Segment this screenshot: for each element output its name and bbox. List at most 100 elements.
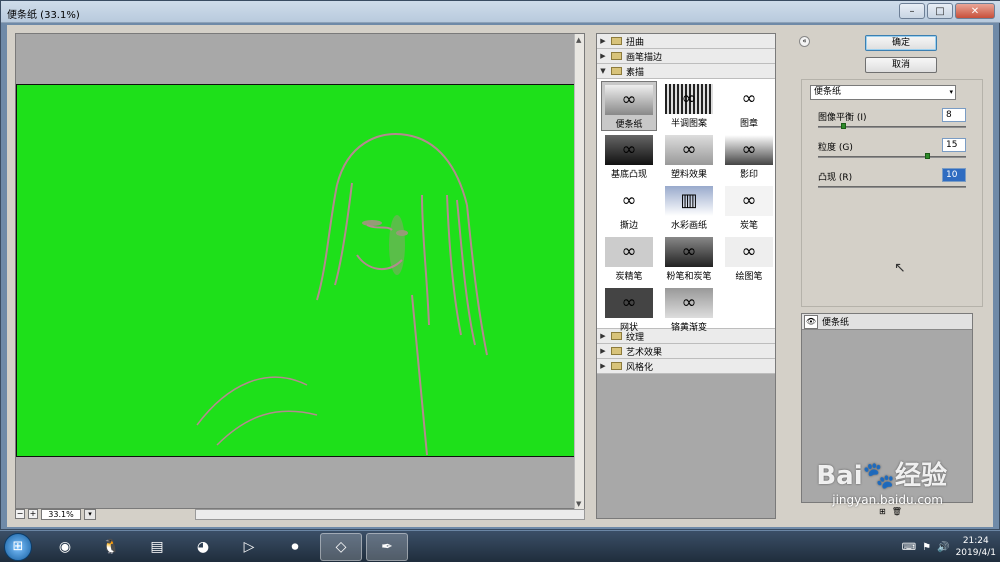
- filter-thumbnail[interactable]: ∞ 影印: [721, 132, 777, 182]
- filter-thumbnail-label: 塑料效果: [670, 170, 707, 180]
- filter-thumbnail-label: 水彩画纸: [670, 221, 707, 231]
- effect-layer[interactable]: 👁 便条纸: [802, 314, 972, 330]
- filter-thumbnail[interactable]: ∞ 炭笔: [721, 183, 777, 233]
- preview-vertical-scrollbar[interactable]: ▲ ▼: [574, 34, 584, 510]
- collapsed-arrow-icon[interactable]: ▶: [597, 362, 609, 370]
- filter-thumbnail[interactable]: ∞ 粉笔和炭笔: [661, 234, 717, 284]
- zoom-in-button[interactable]: +: [28, 509, 38, 519]
- cancel-button[interactable]: 取消: [865, 57, 937, 73]
- filter-thumbnail[interactable]: ∞ 绘图笔: [721, 234, 777, 284]
- preview-horizontal-scrollbar[interactable]: [195, 508, 585, 520]
- delete-effect-layer-icon[interactable]: 🗑: [892, 507, 902, 516]
- filter-thumbnail[interactable]: ∞ 铬黄渐变: [661, 285, 717, 335]
- filter-thumbnail[interactable]: ▥ 水彩画纸: [661, 183, 717, 233]
- filter-thumbnail[interactable]: ∞ 图章: [721, 81, 777, 131]
- title-bar[interactable]: 便条纸 (33.1%) – □ ✕: [1, 1, 1000, 23]
- filter-preview-icon: ∞: [605, 288, 653, 318]
- taskbar: ⊞ ◉ 🐧 ▤ ◕ ▷ ⏺ ◇ ✒ ⌨ ⚑ 🔊 21:24 2019/4/1: [0, 530, 1000, 562]
- graininess-slider[interactable]: [818, 156, 966, 158]
- media-player-taskbar-icon[interactable]: ▷: [228, 533, 270, 561]
- filter-select[interactable]: 便条纸 ▾: [810, 85, 956, 100]
- collapse-panel-icon[interactable]: «: [799, 36, 810, 47]
- filter-thumbnail-label: 铬黄渐变: [670, 323, 707, 333]
- window-title: 便条纸 (33.1%): [7, 10, 80, 21]
- filter-category[interactable]: ▶ 艺术效果: [597, 344, 775, 359]
- image-balance-input[interactable]: 8: [942, 108, 966, 122]
- effect-layer-label: 便条纸: [822, 318, 850, 328]
- graininess-label: 粒度 (G): [818, 143, 853, 153]
- filter-thumbnail-label: 半调图案: [670, 119, 707, 129]
- scroll-up-icon[interactable]: ▲: [576, 36, 581, 44]
- new-effect-layer-icon[interactable]: ⊞: [879, 507, 886, 516]
- settings-panel: « 确定 取消 便条纸 ▾ 图像平衡 (I) 8 粒度 (G) 15 凸现 (R…: [799, 33, 983, 519]
- filter-category-label: 画笔描边: [626, 52, 663, 63]
- watermark-url: jingyan.baidu.com: [832, 493, 943, 507]
- filter-category[interactable]: ▼ 素描: [597, 64, 775, 79]
- filter-thumbnail[interactable]: ∞ 撕边: [601, 183, 657, 233]
- relief-label: 凸现 (R): [818, 173, 853, 183]
- sketch-filter-thumbnails: ∞ 便条纸 ∞ 半调图案 ∞ 图章 ∞ 基底凸现 ∞ 塑料效果 ∞ 影印 ∞ 撕边 ▥ 水彩画纸 ∞ 炭笔 ∞ 炭精笔…: [597, 79, 777, 333]
- filter-category[interactable]: ▶ 画笔描边: [597, 49, 775, 64]
- zoom-value[interactable]: 33.1%: [41, 508, 81, 520]
- collapsed-arrow-icon[interactable]: ▶: [597, 52, 609, 60]
- mouse-cursor-icon: ↖: [894, 260, 906, 276]
- preview-pane[interactable]: ▲ ▼: [15, 33, 585, 510]
- filter-thumbnail[interactable]: ∞ 基底凸现: [601, 132, 657, 182]
- folder-icon: [611, 67, 622, 75]
- collapsed-arrow-icon[interactable]: ▶: [597, 37, 609, 45]
- flag-icon[interactable]: ⚑: [922, 542, 931, 553]
- folder-icon: [611, 347, 622, 355]
- collapsed-arrow-icon[interactable]: ▶: [597, 347, 609, 355]
- volume-icon[interactable]: 🔊: [937, 542, 949, 553]
- firefox-taskbar-icon[interactable]: ◕: [182, 533, 224, 561]
- filter-thumbnail[interactable]: ∞ 塑料效果: [661, 132, 717, 182]
- graininess-slider-handle[interactable]: [925, 153, 931, 159]
- filter-gallery-panel: ▶ 扭曲 ▶ 画笔描边 ▼ 素描 ∞ 便条纸 ∞ 半调图案 ∞ 图章 ∞ 基底凸现 ∞ 塑料效果 ∞ 影印 ∞ 撕边…: [596, 33, 776, 519]
- filter-preview-icon: ∞: [665, 237, 713, 267]
- recorder-taskbar-icon[interactable]: ⏺: [274, 533, 316, 561]
- filter-category-label: 风格化: [626, 362, 654, 373]
- minimize-button[interactable]: –: [899, 3, 925, 19]
- expanded-arrow-icon[interactable]: ▼: [597, 67, 609, 75]
- start-button[interactable]: ⊞: [4, 533, 32, 561]
- filter-category-label: 扭曲: [626, 37, 645, 48]
- filter-select-value: 便条纸: [814, 87, 842, 97]
- graininess-input[interactable]: 15: [942, 138, 966, 152]
- filter-thumbnail-label: 影印: [739, 170, 758, 180]
- clock[interactable]: 21:24 2019/4/1: [956, 535, 996, 559]
- image-balance-slider-handle[interactable]: [840, 123, 846, 129]
- filter-category[interactable]: ▶ 风格化: [597, 359, 775, 374]
- file-explorer-taskbar-icon[interactable]: ▤: [136, 533, 178, 561]
- relief-control: 凸现 (R) 10: [818, 168, 968, 206]
- filter-settings: 便条纸 ▾ 图像平衡 (I) 8 粒度 (G) 15 凸现 (R) 10 ↖: [801, 79, 983, 307]
- filter-thumbnail[interactable]: ∞ 网状: [601, 285, 657, 335]
- folder-icon: [611, 362, 622, 370]
- maximize-button[interactable]: □: [927, 3, 953, 19]
- keyboard-icon[interactable]: ⌨: [902, 542, 916, 553]
- ok-button[interactable]: 确定: [865, 35, 937, 51]
- filter-thumbnail[interactable]: ∞ 便条纸: [601, 81, 657, 131]
- filter-thumbnail-label: 炭笔: [739, 221, 758, 231]
- preview-image[interactable]: [16, 84, 576, 457]
- zoom-dropdown-icon[interactable]: ▾: [84, 508, 96, 520]
- app-window-taskbar-icon[interactable]: ◇: [320, 533, 362, 561]
- qq-taskbar-icon[interactable]: 🐧: [90, 533, 132, 561]
- filter-thumbnail[interactable]: ∞ 炭精笔: [601, 234, 657, 284]
- system-tray: ⌨ ⚑ 🔊 21:24 2019/4/1: [902, 533, 996, 561]
- photoshop-feather-taskbar-icon[interactable]: ✒: [366, 533, 408, 561]
- filter-thumbnail-label: 绘图笔: [735, 272, 763, 282]
- relief-input[interactable]: 10: [942, 168, 966, 182]
- filter-gallery-window: 便条纸 (33.1%) – □ ✕ ▲ ▼ − + 33.1% ▾ ▶ 扭曲 ▶…: [0, 0, 1000, 530]
- eye-icon[interactable]: 👁: [804, 314, 818, 329]
- filter-preview-icon: ∞: [665, 84, 713, 114]
- filter-category-label: 素描: [626, 67, 645, 78]
- close-button[interactable]: ✕: [955, 3, 995, 19]
- zoom-out-button[interactable]: −: [15, 509, 25, 519]
- browser-360-taskbar-icon[interactable]: ◉: [44, 533, 86, 561]
- relief-slider[interactable]: [818, 186, 966, 188]
- filter-category[interactable]: ▶ 扭曲: [597, 34, 775, 49]
- filter-preview-icon: ∞: [665, 135, 713, 165]
- filter-thumbnail[interactable]: ∞ 半调图案: [661, 81, 717, 131]
- zoom-bar: − + 33.1% ▾: [15, 507, 585, 521]
- filter-category-label: 艺术效果: [626, 347, 663, 358]
